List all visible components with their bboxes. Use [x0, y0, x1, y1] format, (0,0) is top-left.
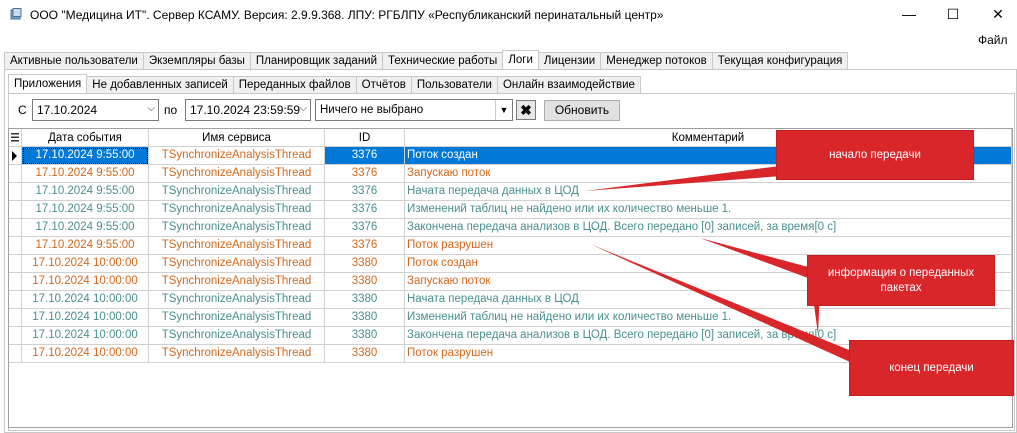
arrow-start: [585, 166, 782, 191]
tab-applications[interactable]: Приложения: [8, 74, 88, 93]
tab-logs[interactable]: Логи: [502, 50, 539, 69]
arrow-packets-1: [700, 238, 812, 278]
callout-packet-info: информация о переданных пакетах: [808, 256, 994, 305]
callout-transfer-start: начало передачи: [777, 131, 973, 179]
callout-transfer-end: конец передачи: [850, 341, 1013, 395]
